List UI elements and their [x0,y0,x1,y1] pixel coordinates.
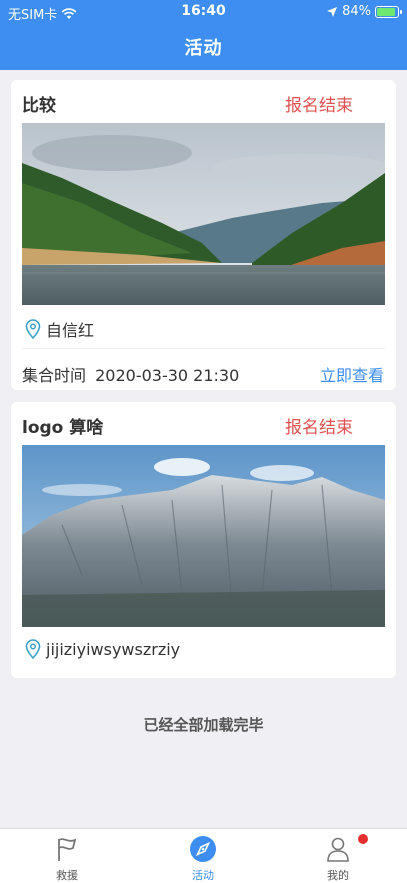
tab-label: 救援 [56,869,78,882]
mountain-landscape-photo [22,445,385,627]
meeting-time: 集合时间 2020-03-30 21:30 [22,362,239,386]
lake-landscape-photo [22,123,385,305]
meeting-label: 集合时间 [22,366,87,385]
location-text: jijiziyiwsywszrziy [46,639,181,659]
tab-label: 我的 [327,869,349,882]
activity-card[interactable]: 比较 报名结束 自信红 集合时间 2020-03-30 21:30 立即查看 [11,80,396,390]
person-icon [327,837,349,862]
status-bar: 无SIM卡 16:40 84% [0,0,407,24]
location-arrow-icon [327,6,338,17]
flag-icon [58,838,77,861]
battery-icon [375,5,402,18]
notification-badge [358,834,368,844]
activity-title: logo 算啥 [22,418,104,438]
location-pin-icon [25,319,41,339]
activity-title: 比较 [22,96,56,116]
card-divider [22,348,385,349]
battery-percent: 84% [342,4,371,19]
signup-status: 报名结束 [285,96,353,116]
tab-rescue[interactable]: 救援 [27,829,107,883]
location-pin-icon [25,639,41,659]
load-complete-text: 已经全部加载完毕 [143,716,264,734]
page-title: 活动 [184,38,223,59]
tab-label: 活动 [192,869,214,882]
app-header: 无SIM卡 16:40 84% 活动 [0,0,407,70]
meeting-time-value: 2020-03-30 21:30 [95,366,240,385]
view-now-link[interactable]: 立即查看 [320,362,384,386]
tab-activities[interactable]: 活动 [163,829,243,883]
tab-mine[interactable]: 我的 [298,829,378,883]
signup-status: 报名结束 [285,418,353,438]
activity-location: 自信红 [24,317,94,341]
location-text: 自信红 [46,321,95,340]
compass-icon [190,836,216,862]
activity-card[interactable]: logo 算啥 报名结束 jijiziyiwsywszrziy [11,402,396,678]
activity-location: jijiziyiwsywszrziy [24,639,180,659]
bottom-tabbar: 救援 活动 我的 [0,828,407,883]
